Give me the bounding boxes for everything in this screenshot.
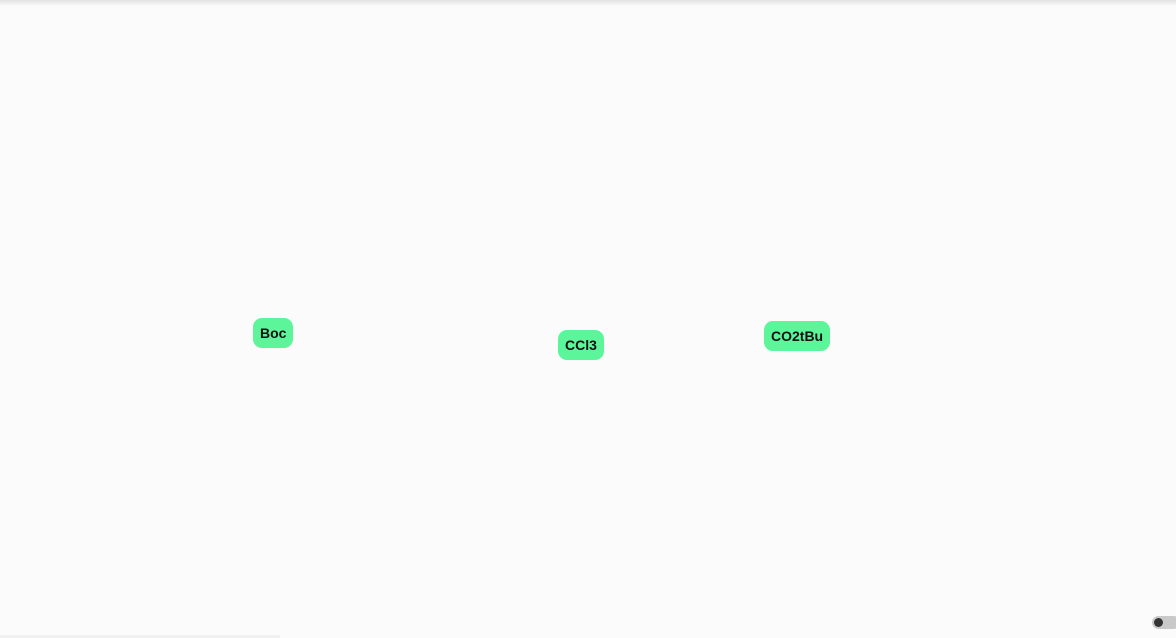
- graph-canvas[interactable]: Boc CCl3 CO2tBu: [0, 0, 1176, 638]
- toggle-knob: [1154, 618, 1163, 627]
- top-divider: [0, 0, 1176, 6]
- theme-toggle[interactable]: [1152, 616, 1176, 629]
- node-ccl3[interactable]: CCl3: [558, 330, 604, 360]
- node-co2tbu[interactable]: CO2tBu: [764, 321, 831, 351]
- node-boc[interactable]: Boc: [253, 318, 294, 348]
